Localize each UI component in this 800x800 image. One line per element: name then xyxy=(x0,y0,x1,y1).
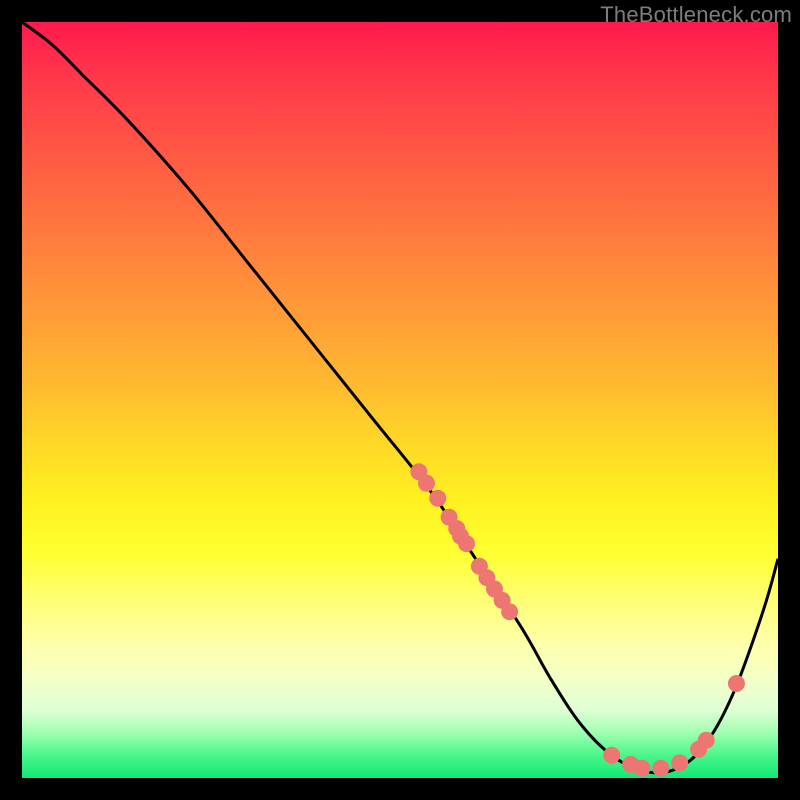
data-marker xyxy=(418,475,435,492)
data-marker xyxy=(603,747,620,764)
data-marker xyxy=(671,754,688,771)
curve-svg xyxy=(22,22,778,778)
plot-area xyxy=(22,22,778,778)
data-marker xyxy=(652,760,669,777)
bottleneck-curve xyxy=(22,22,778,773)
data-marker xyxy=(501,603,518,620)
data-marker xyxy=(698,732,715,749)
data-markers xyxy=(410,463,745,776)
data-marker xyxy=(633,760,650,777)
data-marker xyxy=(728,675,745,692)
chart-container: { "watermark": "TheBottleneck.com", "col… xyxy=(0,0,800,800)
data-marker xyxy=(458,535,475,552)
data-marker xyxy=(429,490,446,507)
watermark-text: TheBottleneck.com xyxy=(600,2,792,28)
